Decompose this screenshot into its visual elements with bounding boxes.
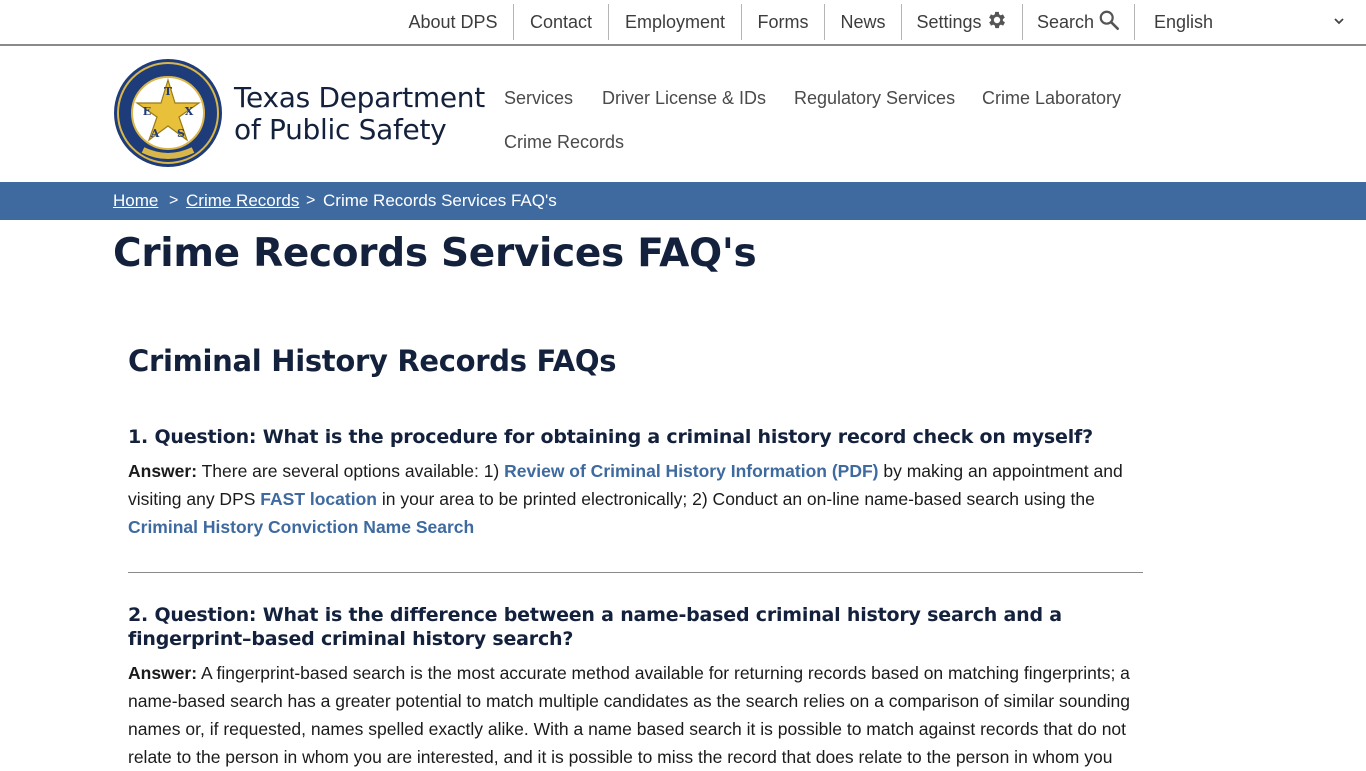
faq-answer-1: Answer: There are several options availa…: [128, 457, 1143, 541]
chevron-down-icon: [1333, 4, 1345, 40]
agency-name-line2: of Public Safety: [234, 113, 447, 146]
page-title: Crime Records Services FAQ's: [113, 231, 757, 276]
fast-location-link[interactable]: FAST location: [260, 489, 377, 509]
gear-icon: [986, 7, 1008, 43]
utility-link-contact[interactable]: Contact: [514, 4, 609, 40]
nav-crime-records[interactable]: Crime Records: [504, 130, 624, 154]
utility-link-news[interactable]: News: [825, 4, 902, 40]
seal-letter: A: [150, 127, 160, 140]
breadcrumb-current: Crime Records Services FAQ's: [323, 191, 557, 210]
breadcrumb-home[interactable]: Home: [113, 182, 158, 220]
conviction-name-search-link[interactable]: Criminal History Conviction Name Search: [128, 517, 474, 537]
breadcrumb: Home > Crime Records > Crime Records Ser…: [0, 182, 1366, 220]
breadcrumb-separator: >: [306, 192, 316, 209]
utility-link-about[interactable]: About DPS: [393, 4, 514, 40]
language-select[interactable]: English: [1135, 4, 1355, 40]
dps-seal-logo[interactable]: T E X A S: [113, 58, 223, 168]
faq-answer-2: Answer: A fingerprint-based search is th…: [128, 659, 1143, 771]
answer-text: A fingerprint-based search is the most a…: [128, 663, 1130, 767]
nav-crime-laboratory[interactable]: Crime Laboratory: [982, 86, 1121, 110]
nav-services[interactable]: Services: [504, 86, 573, 110]
divider: [128, 572, 1143, 573]
seal-letter: X: [185, 105, 194, 118]
utility-link-news-label: News: [840, 12, 886, 32]
language-selected: English: [1154, 12, 1214, 32]
answer-label: Answer:: [128, 663, 198, 683]
settings-label: Settings: [916, 12, 982, 32]
faq-question-2: 2. Question: What is the difference betw…: [128, 604, 1062, 650]
search-icon: [1098, 7, 1120, 43]
nav-driver-license[interactable]: Driver License & IDs: [602, 86, 766, 110]
search-button[interactable]: Search: [1023, 4, 1135, 40]
utility-link-employment-label: Employment: [624, 12, 726, 32]
nav-regulatory-services[interactable]: Regulatory Services: [794, 86, 955, 110]
seal-letter: E: [143, 105, 151, 118]
answer-text: in your area to be printed electronicall…: [376, 489, 1095, 509]
agency-name-line1: Texas Department: [234, 81, 485, 114]
utility-link-about-label: About DPS: [408, 12, 498, 32]
answer-text: There are several options available: 1): [197, 461, 505, 481]
review-criminal-history-link[interactable]: Review of Criminal History Information (…: [504, 461, 878, 481]
utility-link-forms[interactable]: Forms: [742, 4, 825, 40]
utility-link-forms-label: Forms: [757, 12, 809, 32]
section-title: Criminal History Records FAQs: [128, 344, 617, 378]
breadcrumb-separator: >: [169, 192, 179, 209]
seal-letter: S: [177, 127, 185, 140]
seal-icon: T E X A S: [114, 59, 222, 167]
utility-link-employment[interactable]: Employment: [609, 4, 742, 40]
search-label: Search: [1036, 12, 1095, 32]
faq-question-1: 1. Question: What is the procedure for o…: [128, 426, 1093, 448]
agency-name: Texas Department of Public Safety: [234, 82, 485, 146]
breadcrumb-crime-records[interactable]: Crime Records: [186, 182, 299, 220]
seal-letter: T: [164, 85, 173, 98]
utility-link-contact-label: Contact: [529, 12, 593, 32]
utility-bar: About DPS Contact Employment Forms News …: [0, 0, 1366, 46]
settings-button[interactable]: Settings: [902, 4, 1023, 40]
answer-label: Answer:: [128, 461, 198, 481]
